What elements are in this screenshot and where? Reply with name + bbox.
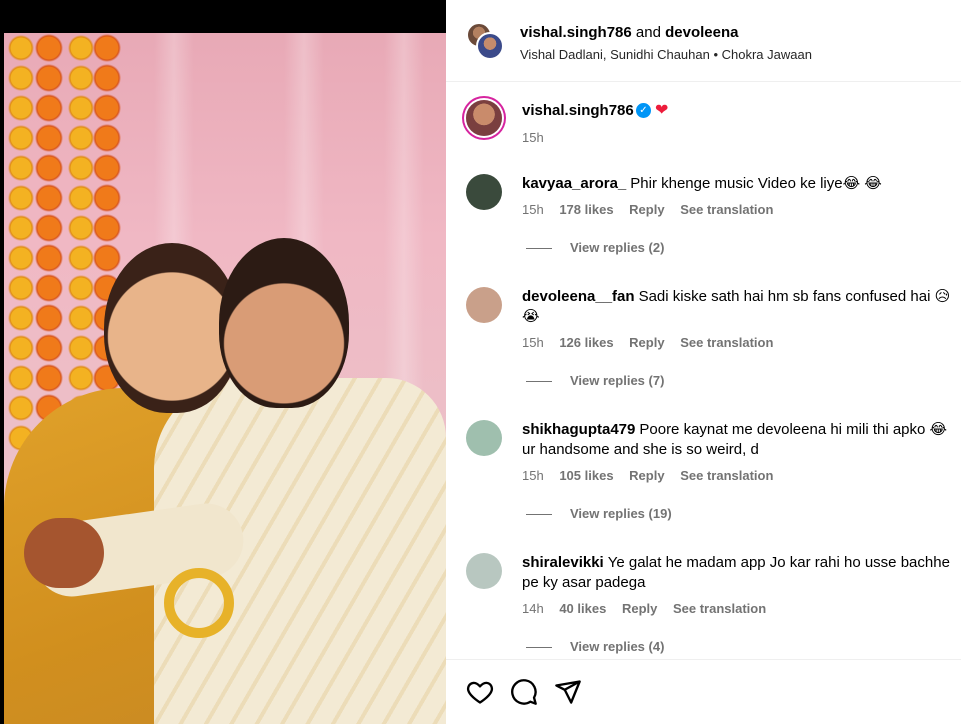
collaborator-username[interactable]: devoleena <box>665 24 738 41</box>
comment-username[interactable]: kavyaa_arora_ <box>522 175 626 192</box>
view-replies-button[interactable]: View replies (4) <box>526 639 664 654</box>
see-translation-button[interactable]: See translation <box>673 601 766 616</box>
post-media[interactable] <box>0 0 446 724</box>
caption-heart-emoji: ❤ <box>655 102 669 119</box>
comment-likes[interactable]: 178 likes <box>559 202 613 217</box>
post-header: vishal.singh786 and devoleena Vishal Dad… <box>446 0 961 82</box>
view-replies-label: View replies (2) <box>570 240 665 255</box>
comment-likes[interactable]: 105 likes <box>559 468 613 483</box>
comment-text-block: shiralevikki Ye galat he madam app Jo kar… <box>522 553 952 593</box>
see-translation-button[interactable]: See translation <box>680 202 773 217</box>
comment-icon[interactable] <box>510 678 538 706</box>
commenter-avatar[interactable] <box>466 174 502 210</box>
author-username[interactable]: vishal.singh786 <box>520 24 632 41</box>
commenter-avatar[interactable] <box>466 287 502 323</box>
view-replies-button[interactable]: View replies (7) <box>526 373 664 388</box>
comment-likes[interactable]: 126 likes <box>559 335 613 350</box>
instagram-post-modal: vishal.singh786 and devoleena Vishal Dad… <box>0 0 961 724</box>
post-side-panel: vishal.singh786 and devoleena Vishal Dad… <box>446 0 961 724</box>
comment-time[interactable]: 14h <box>522 601 544 616</box>
commenter-avatar[interactable] <box>466 553 502 589</box>
view-replies-button[interactable]: View replies (2) <box>526 240 664 255</box>
comment-username[interactable]: shikhagupta479 <box>522 421 635 438</box>
view-replies-button[interactable]: View replies (19) <box>526 506 672 521</box>
share-icon[interactable] <box>554 678 582 706</box>
comment-meta: 15h 126 likes Reply See translation <box>522 335 785 350</box>
commenter-avatar[interactable] <box>466 420 502 456</box>
comment-time[interactable]: 15h <box>522 202 544 217</box>
comment-username[interactable]: shiralevikki <box>522 554 604 571</box>
comment-text-block: kavyaa_arora_ Phir khenge music Video ke … <box>522 174 952 194</box>
marigold-garland <box>32 33 66 453</box>
caption-avatar[interactable] <box>466 100 502 136</box>
comment-meta: 14h 40 likes Reply See translation <box>522 601 778 616</box>
post-photo <box>4 33 446 724</box>
bangles <box>164 568 234 638</box>
comments-list[interactable]: vishal.singh786 ✓ ❤ 15h kavyaa_arora_ Phi… <box>446 82 961 659</box>
heart-outline-icon[interactable] <box>466 678 494 706</box>
view-replies-label: View replies (7) <box>570 373 665 388</box>
comment-text: Phir khenge music Video ke liye😂 😂 <box>630 175 882 192</box>
replies-dash <box>526 647 552 649</box>
caption-time: 15h <box>522 130 544 145</box>
authors-conjunction: and <box>635 24 661 41</box>
replies-dash <box>526 248 552 250</box>
see-translation-button[interactable]: See translation <box>680 468 773 483</box>
reply-button[interactable]: Reply <box>622 601 657 616</box>
post-authors: vishal.singh786 and devoleena <box>520 24 738 41</box>
collaborator-avatar[interactable] <box>476 32 504 60</box>
comment-meta: 15h 178 likes Reply See translation <box>522 202 785 217</box>
comment-meta: 15h 105 likes Reply See translation <box>522 468 785 483</box>
comment-text-block: shikhagupta479 Poore kaynat me devoleena … <box>522 420 952 460</box>
comment-likes[interactable]: 40 likes <box>559 601 606 616</box>
comment-username[interactable]: devoleena__fan <box>522 288 635 305</box>
comment-time[interactable]: 15h <box>522 468 544 483</box>
reply-button[interactable]: Reply <box>629 468 664 483</box>
person-b-face <box>219 238 349 408</box>
comment-text-block: devoleena__fan Sadi kiske sath hai hm sb … <box>522 287 952 327</box>
reply-button[interactable]: Reply <box>629 202 664 217</box>
replies-dash <box>526 381 552 383</box>
caption-username[interactable]: vishal.singh786 <box>522 102 634 119</box>
verified-badge-icon: ✓ <box>636 103 651 118</box>
see-translation-button[interactable]: See translation <box>680 335 773 350</box>
audio-attribution[interactable]: Vishal Dadlani, Sunidhi Chauhan • Chokra… <box>520 47 812 62</box>
replies-dash <box>526 514 552 516</box>
comment-time[interactable]: 15h <box>522 335 544 350</box>
post-actions-bar <box>446 659 961 724</box>
henna-hand <box>24 518 104 588</box>
view-replies-label: View replies (19) <box>570 506 672 521</box>
reply-button[interactable]: Reply <box>629 335 664 350</box>
view-replies-label: View replies (4) <box>570 639 665 654</box>
